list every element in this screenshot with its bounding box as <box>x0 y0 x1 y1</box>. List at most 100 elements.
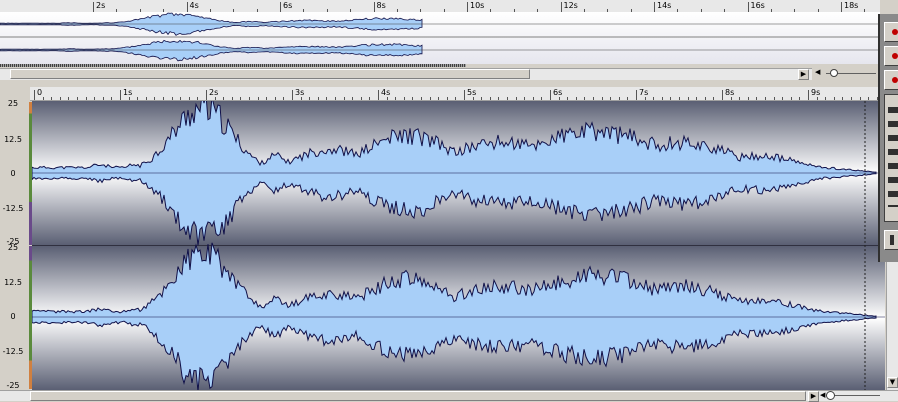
main-ruler-tick <box>300 97 302 100</box>
main-ruler-tick <box>756 97 758 100</box>
overview-scroll-right-button[interactable]: ▶ <box>798 69 809 80</box>
overview-ruler-label: 16s <box>750 1 765 10</box>
main-ruler-tick <box>137 97 139 100</box>
main-ruler-tick <box>481 97 483 100</box>
panel-button-2[interactable] <box>884 46 898 66</box>
main-ruler-tick <box>825 97 827 100</box>
main-ruler-tick <box>584 97 586 100</box>
main-ruler-tick <box>386 97 388 100</box>
main-ruler-tick <box>335 97 336 100</box>
main-scroll-thumb[interactable] <box>30 391 806 401</box>
main-time-ruler[interactable]: 0 1s 2s 3s 4s 5s 6s 7s 8s 9s <box>30 87 885 101</box>
main-ruler-tick <box>360 97 362 100</box>
main-zoom-thumb[interactable] <box>826 391 835 400</box>
main-ruler-tick <box>636 90 637 100</box>
main-ruler-tick <box>567 97 569 100</box>
main-ruler-tick <box>274 97 276 100</box>
main-ruler-tick <box>42 97 44 100</box>
main-ruler-label: 0 <box>37 88 43 97</box>
panel-button-1[interactable] <box>884 22 898 42</box>
ch2-y-label-neg-12-5: -12.5 <box>2 347 24 356</box>
ch2-y-label-25: 25 <box>7 243 19 252</box>
main-zoom-out-icon[interactable]: ◀ <box>820 391 825 399</box>
ch1-y-label-12-5: 12.5 <box>4 135 22 144</box>
main-ruler-tick <box>558 97 560 100</box>
panel-button-4[interactable] <box>884 230 898 250</box>
main-ruler-tick <box>68 97 70 100</box>
main-scroll-right-button[interactable]: ▶ <box>808 391 819 402</box>
main-ruler-tick <box>231 97 233 100</box>
main-ruler-tick <box>214 97 216 100</box>
main-ruler-tick <box>550 90 551 100</box>
main-ruler-tick <box>790 97 792 100</box>
overview-ruler-tick <box>186 2 188 12</box>
main-ruler-tick <box>644 97 646 100</box>
main-ruler-tick <box>455 97 457 100</box>
main-ruler-tick <box>446 97 448 100</box>
main-waveform-area[interactable] <box>32 101 885 390</box>
overview-zoom-slider[interactable]: ◀ <box>814 68 880 79</box>
main-ruler-tick <box>627 97 629 100</box>
main-ruler-tick <box>403 97 405 100</box>
main-ruler-tick <box>610 97 612 100</box>
main-ruler-tick <box>670 97 672 100</box>
main-ruler-tick <box>223 97 225 100</box>
main-ruler-tick <box>868 97 870 100</box>
main-ruler-tick <box>739 97 741 100</box>
main-ruler-tick <box>851 97 852 100</box>
overview-ruler-tick <box>373 2 375 12</box>
main-ruler-tick <box>515 97 517 100</box>
main-ruler-tick <box>704 97 706 100</box>
main-ruler-tick <box>180 97 182 100</box>
main-ruler-tick <box>369 97 371 100</box>
main-ruler-label: 8s <box>725 88 735 97</box>
scroll-down-button[interactable]: ▼ <box>887 377 898 388</box>
main-ruler-tick <box>85 97 87 100</box>
overview-ruler-label: 12s <box>563 1 578 10</box>
main-ruler-tick <box>429 97 431 100</box>
overview-scrollbar[interactable]: ▶ <box>0 68 812 80</box>
panel-button-3[interactable] <box>884 70 898 90</box>
overview-ruler-label: 4s <box>189 1 199 10</box>
main-ruler-tick <box>257 97 259 100</box>
main-ruler-tick <box>472 97 474 100</box>
overview-ruler-tick <box>280 2 281 12</box>
main-ruler-tick <box>309 97 311 100</box>
overview-ruler-label: 6s <box>283 1 293 10</box>
record-icon <box>892 77 898 83</box>
main-ruler-tick <box>816 97 818 100</box>
main-ruler-tick <box>765 97 766 100</box>
main-ruler-tick <box>507 97 508 100</box>
main-ruler-tick <box>808 90 809 100</box>
main-ruler-tick <box>747 97 749 100</box>
main-ruler-tick <box>111 97 113 100</box>
main-ruler-tick <box>618 97 620 100</box>
overview-ruler-tick <box>841 2 842 12</box>
main-ruler-label: 4s <box>381 88 391 97</box>
main-ruler-tick <box>661 97 663 100</box>
main-ruler-tick <box>154 97 156 100</box>
main-ruler-tick <box>575 97 577 100</box>
record-icon <box>892 53 898 59</box>
main-ruler-tick <box>102 97 104 100</box>
overview-waveform[interactable] <box>0 12 880 64</box>
main-ruler-tick <box>601 97 603 100</box>
right-control-panel <box>878 14 898 262</box>
zoom-out-icon[interactable]: ◀ <box>815 68 820 76</box>
main-ruler-label: 5s <box>467 88 477 97</box>
main-ruler-tick <box>498 97 500 100</box>
main-ruler-tick <box>412 97 414 100</box>
main-horizontal-scrollbar[interactable]: ▶ ◀ <box>0 390 898 402</box>
main-ruler-label: 2s <box>209 88 219 97</box>
overview-position-bar[interactable] <box>0 64 466 67</box>
ch1-y-label-0: 0 <box>10 169 16 178</box>
main-ruler-label: 3s <box>295 88 305 97</box>
overview-zoom-thumb[interactable] <box>830 69 838 77</box>
ch2-y-label-neg-25: -25 <box>6 381 20 390</box>
main-ruler-tick <box>59 97 61 100</box>
main-ruler-label: 1s <box>123 88 133 97</box>
overview-ruler-label: 10s <box>470 1 485 10</box>
main-ruler-tick <box>197 97 199 100</box>
overview-scroll-thumb[interactable] <box>10 69 530 79</box>
overview-ruler-tick <box>654 2 655 12</box>
